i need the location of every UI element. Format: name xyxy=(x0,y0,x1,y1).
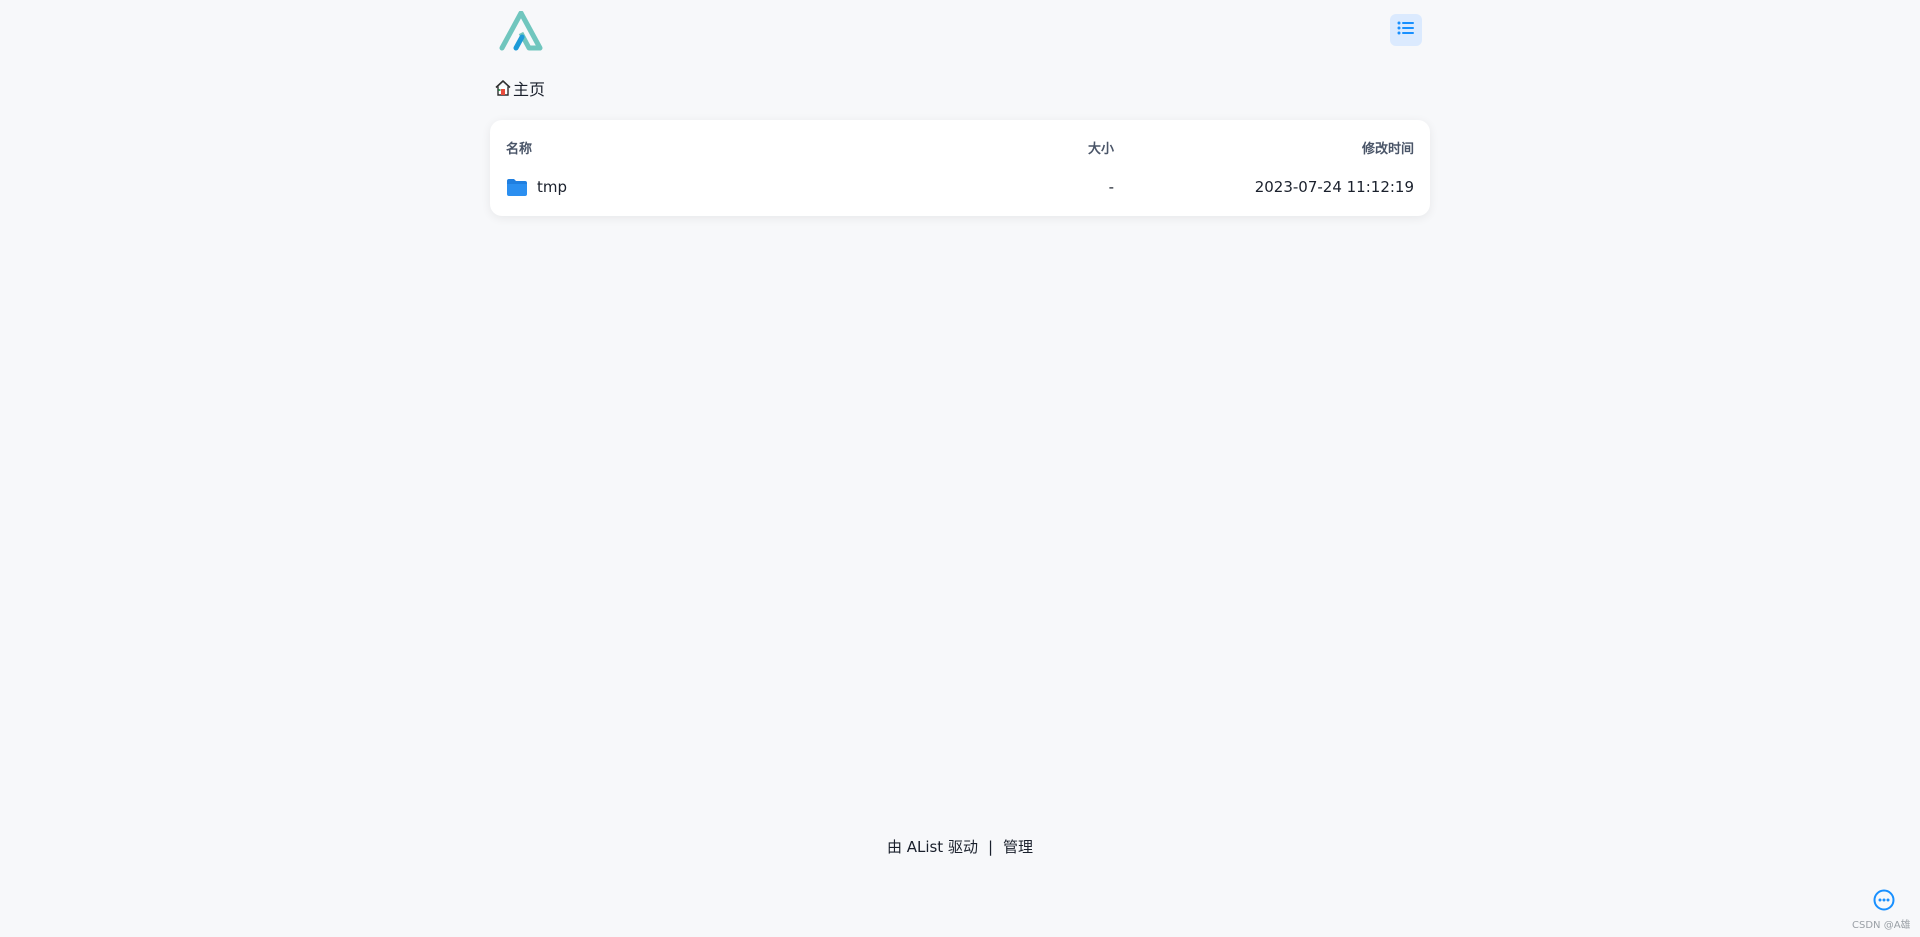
footer-separator: | xyxy=(987,838,994,856)
more-button[interactable] xyxy=(1873,889,1895,911)
footer: 由 AList 驱动 | 管理 xyxy=(0,836,1920,857)
breadcrumb-home-label[interactable]: 主页 xyxy=(513,76,545,100)
file-modified: 2023-07-24 11:12:19 xyxy=(1254,178,1414,196)
powered-by-link[interactable]: 由 AList 驱动 xyxy=(887,838,978,856)
file-size: - xyxy=(1108,178,1114,196)
alist-logo-icon[interactable] xyxy=(499,10,543,51)
main-container: 主页 名称 大小 修改时间 tmp - 2023-07-24 11:12:19 xyxy=(490,0,1430,216)
breadcrumb[interactable]: 主页 xyxy=(494,76,545,100)
home-icon xyxy=(494,79,512,97)
column-header-modified[interactable]: 修改时间 xyxy=(1362,138,1414,157)
watermark: CSDN @A雄 xyxy=(1852,920,1911,931)
list-icon xyxy=(1397,20,1415,40)
layout-toggle-button[interactable] xyxy=(1390,14,1422,46)
manage-link[interactable]: 管理 xyxy=(1003,838,1033,856)
file-list-card: 名称 大小 修改时间 tmp - 2023-07-24 11:12:19 xyxy=(490,120,1430,216)
page: 主页 名称 大小 修改时间 tmp - 2023-07-24 11:12:19 … xyxy=(0,0,1920,937)
file-name[interactable]: tmp xyxy=(537,178,567,196)
folder-icon xyxy=(506,176,528,198)
file-row[interactable]: tmp - 2023-07-24 11:12:19 xyxy=(490,172,1430,204)
column-header-name[interactable]: 名称 xyxy=(506,138,532,157)
column-header-size[interactable]: 大小 xyxy=(1088,138,1114,157)
more-icon xyxy=(1873,889,1895,915)
header xyxy=(490,0,1430,60)
